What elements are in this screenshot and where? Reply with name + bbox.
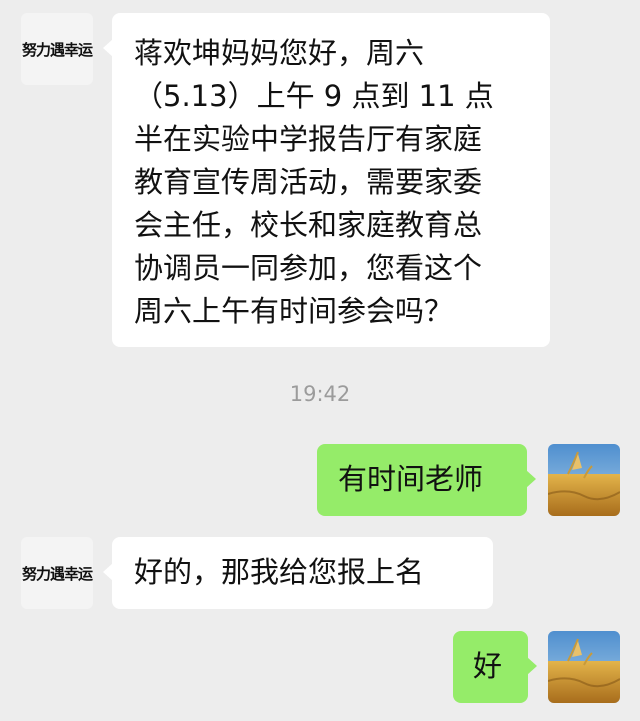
message-line: （5.13）上午 9 点到 11 点	[134, 79, 494, 113]
user-avatar[interactable]	[548, 444, 620, 516]
contact-avatar[interactable]: 努力遇幸运	[21, 13, 93, 85]
message-text: 有时间老师	[338, 462, 484, 496]
message-text: 好的，那我给您报上名	[134, 555, 425, 589]
message-line: 蒋欢坤妈妈您好，周六	[134, 36, 425, 70]
message-line: 协调员一同参加，您看这个	[134, 251, 483, 285]
wheat-field-photo-icon	[548, 631, 620, 703]
bubble-tail	[103, 39, 113, 57]
wheat-field-photo-icon	[548, 444, 620, 516]
outgoing-message-bubble[interactable]: 好	[453, 631, 537, 703]
user-avatar[interactable]	[548, 631, 620, 703]
message-timestamp: 19:42	[289, 382, 351, 406]
outgoing-message-bubble[interactable]: 有时间老师	[317, 444, 536, 516]
bubble-tail	[103, 563, 113, 581]
incoming-message-bubble[interactable]: 蒋欢坤妈妈您好，周六 （5.13）上午 9 点到 11 点 半在实验中学报告厅有…	[103, 13, 550, 347]
incoming-message-bubble[interactable]: 好的，那我给您报上名	[103, 537, 493, 609]
message-line: 周六上午有时间参会吗？	[134, 294, 454, 328]
message-line: 半在实验中学报告厅有家庭	[134, 122, 483, 156]
message-line: 教育宣传周活动，需要家委	[134, 165, 483, 199]
message-line: 会主任，校长和家庭教育总	[134, 208, 483, 242]
brand-logo-icon: 努力遇幸运	[21, 40, 93, 59]
message-text: 好	[473, 649, 503, 683]
brand-logo-icon: 努力遇幸运	[21, 564, 93, 583]
contact-avatar[interactable]: 努力遇幸运	[21, 537, 93, 609]
bubble-tail	[526, 470, 536, 488]
bubble-tail	[527, 657, 537, 675]
